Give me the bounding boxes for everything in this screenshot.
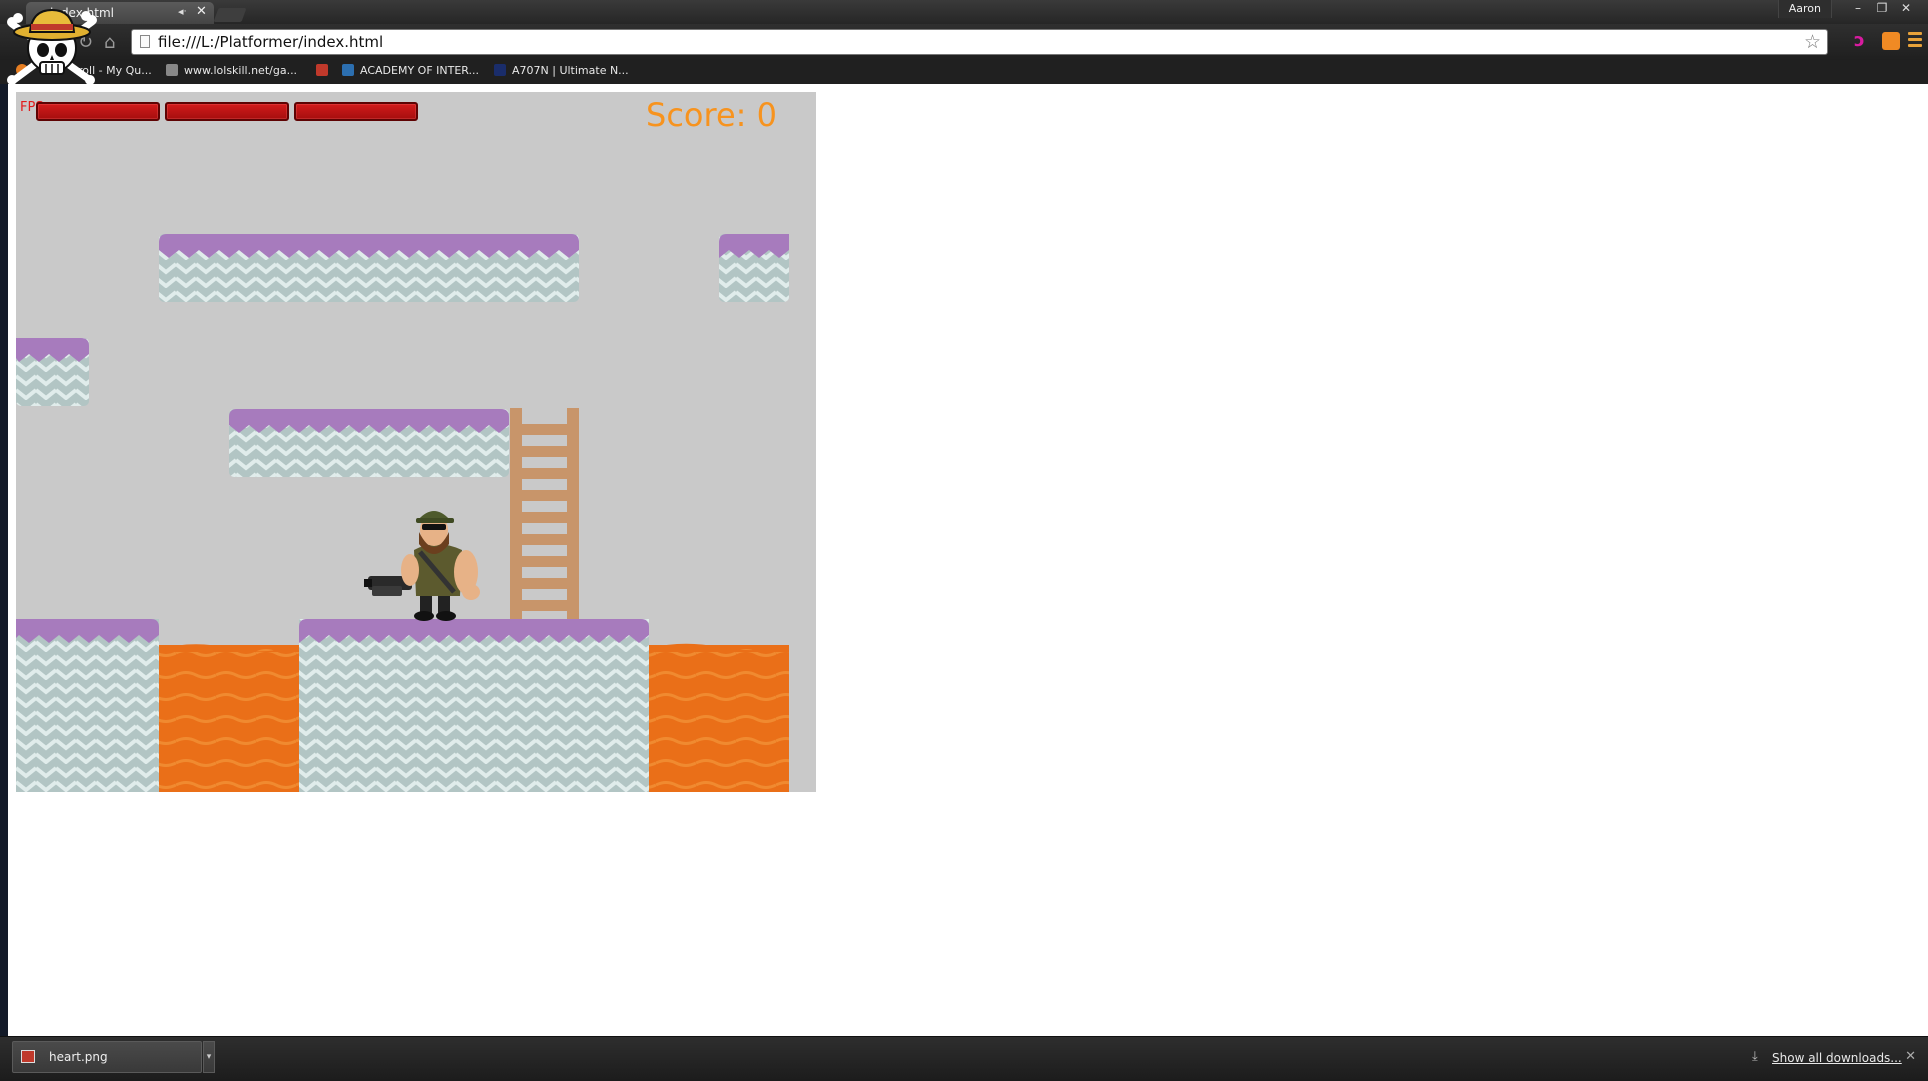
image-file-icon [21, 1050, 35, 1063]
health-bar [294, 102, 418, 121]
bookmark-favicon-icon [494, 64, 506, 76]
game-scene [16, 234, 789, 792]
maximize-button[interactable]: ❐ [1870, 1, 1894, 15]
bookmark-item[interactable]: A707N | Ultimate N... [494, 64, 629, 77]
extension-icon[interactable] [1882, 32, 1900, 50]
bookmark-star-icon[interactable]: ☆ [1804, 31, 1821, 53]
close-icon[interactable]: ✕ [1905, 1049, 1916, 1064]
download-item[interactable]: heart.png [12, 1041, 202, 1073]
platform [229, 409, 509, 477]
lava-pit [649, 643, 789, 792]
platform [159, 234, 579, 302]
tab-close-icon[interactable]: ✕ [196, 4, 207, 19]
speaker-icon[interactable]: ◂ᐧ [178, 5, 186, 18]
bookmark-item[interactable] [316, 64, 334, 77]
health-bar [165, 102, 289, 121]
bookmark-item[interactable]: www.lolskill.net/ga... [166, 64, 297, 77]
close-window-button[interactable]: ✕ [1894, 1, 1918, 15]
lava-pit [159, 644, 299, 792]
bookmark-item[interactable]: ACADEMY OF INTER... [342, 64, 479, 77]
address-bar[interactable]: file:///L:/Platformer/index.html ☆ [131, 29, 1828, 55]
player-character [364, 511, 480, 621]
ground-block [16, 619, 159, 792]
ground-block [299, 619, 649, 792]
toolbar: ↻ ⌂ file:///L:/Platformer/index.html ☆ ɔ [0, 24, 1928, 60]
download-bar: heart.png ▾ ⤓ Show all downloads... ✕ [0, 1036, 1928, 1081]
download-filename: heart.png [49, 1050, 108, 1064]
minimize-button[interactable]: – [1846, 1, 1870, 15]
download-icon: ⤓ [1752, 1049, 1758, 1064]
bookmark-favicon-icon [342, 64, 354, 76]
jolly-roger-logo-icon [7, 8, 97, 85]
health-bar [36, 102, 160, 121]
page-content: FPS Score: 0 [8, 84, 1928, 1036]
url-text[interactable]: file:///L:/Platformer/index.html [158, 33, 383, 51]
tab-strip: index.html ◂ᐧ ✕ Aaron – ❐ ✕ [0, 0, 1928, 24]
home-icon[interactable]: ⌂ [104, 32, 115, 53]
chevron-down-icon[interactable]: ▾ [203, 1041, 215, 1073]
show-all-downloads-link[interactable]: Show all downloads... [1772, 1051, 1902, 1065]
platform [16, 338, 89, 406]
bookmarks-bar: roll - My Qu... www.lolskill.net/ga... A… [0, 60, 1928, 84]
menu-icon[interactable] [1908, 32, 1922, 50]
bookmark-favicon-icon [166, 64, 178, 76]
platform [719, 234, 789, 302]
extension-icon[interactable]: ɔ [1854, 32, 1872, 50]
game-canvas[interactable]: FPS Score: 0 [16, 92, 816, 792]
bookmark-favicon-icon [316, 64, 328, 76]
page-icon [140, 35, 150, 48]
new-tab-button[interactable] [213, 8, 247, 22]
browser-window: index.html ◂ᐧ ✕ Aaron – ❐ ✕ ↻ ⌂ file:///… [0, 0, 1928, 1081]
window-border [0, 84, 8, 1036]
user-badge[interactable]: Aaron [1777, 0, 1832, 18]
score-label: Score: 0 [646, 96, 777, 134]
ladder [510, 408, 579, 622]
